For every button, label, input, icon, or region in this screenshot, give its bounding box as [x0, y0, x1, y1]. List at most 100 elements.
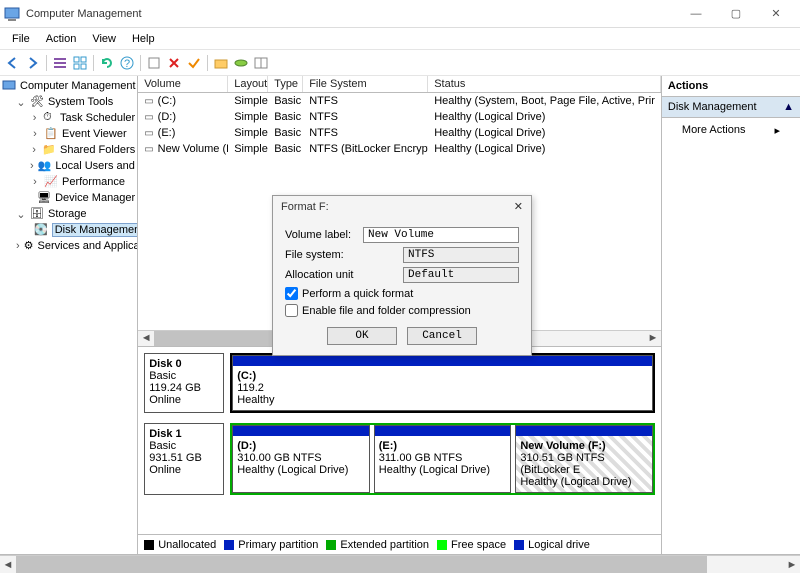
expand-icon[interactable]: ›: [30, 160, 34, 172]
users-icon: 👥: [38, 159, 52, 173]
col-status[interactable]: Status: [428, 76, 661, 92]
volume-row[interactable]: ▭(D:)SimpleBasicNTFSHealthy (Logical Dri…: [138, 109, 661, 125]
legend: Unallocated Primary partition Extended p…: [138, 534, 661, 554]
collapse-arrow-icon: ▲: [783, 101, 794, 113]
back-button[interactable]: [4, 54, 22, 72]
tree-device-manager[interactable]: 🖥Device Manager: [28, 190, 137, 206]
col-layout[interactable]: Layout: [228, 76, 268, 92]
titlebar: Computer Management — ▢ ✕: [0, 0, 800, 28]
volume-row[interactable]: ▭(C:)SimpleBasicNTFSHealthy (System, Boo…: [138, 93, 661, 109]
actions-header: Actions: [662, 76, 800, 97]
refresh-button[interactable]: [98, 54, 116, 72]
cancel-button[interactable]: Cancel: [407, 327, 477, 345]
actions-disk-management[interactable]: Disk Management▲: [662, 97, 800, 118]
expand-icon[interactable]: ›: [30, 112, 39, 124]
expand-icon[interactable]: ›: [30, 176, 40, 188]
statusbar: ◄►: [0, 554, 800, 572]
filesystem-select[interactable]: NTFS: [403, 247, 519, 263]
disk1-info[interactable]: Disk 1 Basic 931.51 GB Online: [144, 423, 224, 495]
disk1-partition-d[interactable]: (D:)310.00 GB NTFSHealthy (Logical Drive…: [232, 425, 370, 493]
app-icon: [4, 6, 20, 22]
grid-icon[interactable]: [71, 54, 89, 72]
menu-file[interactable]: File: [4, 31, 38, 47]
tree-root[interactable]: Computer Management (Local: [0, 78, 137, 94]
close-button[interactable]: ✕: [756, 3, 796, 25]
submenu-arrow-icon: ▸: [774, 124, 780, 137]
disk0-row: Disk 0 Basic 119.24 GB Online (C:)119.2H…: [144, 353, 655, 413]
dialog-title: Format F:: [281, 201, 329, 213]
disk-icon[interactable]: [232, 54, 250, 72]
actions-more[interactable]: More Actions▸: [662, 118, 800, 143]
clock-icon: ⏱: [43, 111, 56, 125]
ok-button[interactable]: OK: [327, 327, 397, 345]
volume-row[interactable]: ▭New Volume (F:)SimpleBasicNTFS (BitLock…: [138, 141, 661, 157]
disk1-partition-f[interactable]: New Volume (F:)310.51 GB NTFS (BitLocker…: [515, 425, 653, 493]
disk-icon: 💽: [34, 223, 48, 237]
dialog-close-button[interactable]: ✕: [514, 200, 523, 213]
scroll-right-button[interactable]: ►: [784, 556, 800, 573]
window-title: Computer Management: [26, 8, 676, 20]
volume-label-label: Volume label:: [285, 229, 355, 241]
tree-shared-folders[interactable]: ›📁Shared Folders: [28, 142, 137, 158]
menu-help[interactable]: Help: [124, 31, 163, 47]
disk1-partition-e[interactable]: (E:)311.00 GB NTFSHealthy (Logical Drive…: [374, 425, 512, 493]
allocation-unit-select[interactable]: Default: [403, 267, 519, 283]
expand-icon[interactable]: ›: [16, 240, 20, 252]
drive-icon: ▭: [144, 128, 153, 139]
computer-icon: [2, 79, 16, 93]
volume-row[interactable]: ▭(E:)SimpleBasicNTFSHealthy (Logical Dri…: [138, 125, 661, 141]
properties-button[interactable]: [145, 54, 163, 72]
col-volume[interactable]: Volume: [138, 76, 228, 92]
tree-disk-management[interactable]: 💽Disk Management: [28, 222, 137, 238]
col-type[interactable]: Type: [268, 76, 303, 92]
folder-icon[interactable]: [212, 54, 230, 72]
forward-button[interactable]: [24, 54, 42, 72]
help-icon[interactable]: ?: [118, 54, 136, 72]
menu-action[interactable]: Action: [38, 31, 85, 47]
volume-label-input[interactable]: [363, 227, 519, 243]
collapse-icon[interactable]: ⌄: [16, 96, 26, 109]
menu-view[interactable]: View: [84, 31, 124, 47]
expand-icon[interactable]: ›: [30, 128, 40, 140]
tree-task-scheduler[interactable]: ›⏱Task Scheduler: [28, 110, 137, 126]
compression-label: Enable file and folder compression: [302, 305, 471, 317]
toolbar: ?: [0, 50, 800, 76]
panel-icon[interactable]: [252, 54, 270, 72]
scroll-left-button[interactable]: ◄: [138, 331, 154, 346]
quick-format-checkbox[interactable]: [285, 287, 298, 300]
scroll-thumb[interactable]: [16, 556, 707, 573]
scroll-right-button[interactable]: ►: [645, 331, 661, 346]
col-filesystem[interactable]: File System: [303, 76, 428, 92]
collapse-icon[interactable]: ⌄: [16, 208, 26, 221]
volume-header-row: Volume Layout Type File System Status: [138, 76, 661, 93]
tree-performance[interactable]: ›📈Performance: [28, 174, 137, 190]
format-dialog: Format F: ✕ Volume label: File system: NT…: [272, 195, 532, 356]
drive-icon: ▭: [144, 112, 153, 123]
gear-icon: ⚙: [24, 239, 34, 253]
disk1-row: Disk 1 Basic 931.51 GB Online (D:)310.00…: [144, 423, 655, 495]
list-icon[interactable]: [51, 54, 69, 72]
drive-icon: ▭: [144, 144, 153, 155]
bottom-scrollbar[interactable]: ◄►: [0, 555, 800, 573]
tree-system-tools[interactable]: ⌄🛠System Tools: [14, 94, 137, 110]
check-icon[interactable]: [185, 54, 203, 72]
disk0-info[interactable]: Disk 0 Basic 119.24 GB Online: [144, 353, 224, 413]
tree-event-viewer[interactable]: ›📋Event Viewer: [28, 126, 137, 142]
filesystem-label: File system:: [285, 249, 395, 261]
disk0-partition-c[interactable]: (C:)119.2Healthy: [232, 355, 653, 411]
delete-x-button[interactable]: [165, 54, 183, 72]
maximize-button[interactable]: ▢: [716, 3, 756, 25]
compression-checkbox[interactable]: [285, 304, 298, 317]
tree-storage[interactable]: ⌄🗄Storage: [14, 206, 137, 222]
allocation-unit-label: Allocation unit: [285, 269, 395, 281]
scroll-left-button[interactable]: ◄: [0, 556, 16, 573]
expand-icon[interactable]: ›: [30, 144, 38, 156]
log-icon: 📋: [44, 127, 58, 141]
actions-pane: Actions Disk Management▲ More Actions▸: [662, 76, 800, 554]
minimize-button[interactable]: —: [676, 3, 716, 25]
tree-pane: Computer Management (Local ⌄🛠System Tool…: [0, 76, 138, 554]
tree-services-apps[interactable]: ›⚙Services and Applications: [14, 238, 137, 254]
folder-icon: 📁: [42, 143, 56, 157]
drive-icon: ▭: [144, 96, 153, 107]
tree-local-users[interactable]: ›👥Local Users and Groups: [28, 158, 137, 174]
